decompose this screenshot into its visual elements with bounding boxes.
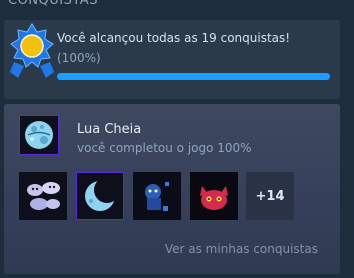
completion-text: Você alcançou todas as 19 conquistas! [57,31,291,45]
crescent-moon-icon[interactable] [76,172,124,220]
full-moon-icon[interactable] [19,115,59,155]
red-cat-icon[interactable] [190,172,238,220]
view-achievements-link[interactable]: Ver as minhas conquistas [165,242,318,256]
featured-achievement-card: Lua Cheia você completou o jogo 100% +14… [4,104,340,274]
progress-fill [57,73,330,80]
achievement-summary-card: Você alcançou todas as 19 conquistas! (1… [4,20,340,99]
ghost-cloud-icon[interactable] [19,172,67,220]
blue-creature-icon[interactable] [133,172,181,220]
medal-icon [10,23,54,78]
completion-percent: (100%) [57,51,101,65]
progress-bar [57,73,330,80]
achievement-description: você completou o jogo 100% [77,141,252,155]
section-title: CONQUISTAS [8,0,98,8]
achievement-name: Lua Cheia [77,122,142,137]
more-achievements-count[interactable]: +14 [246,172,294,220]
